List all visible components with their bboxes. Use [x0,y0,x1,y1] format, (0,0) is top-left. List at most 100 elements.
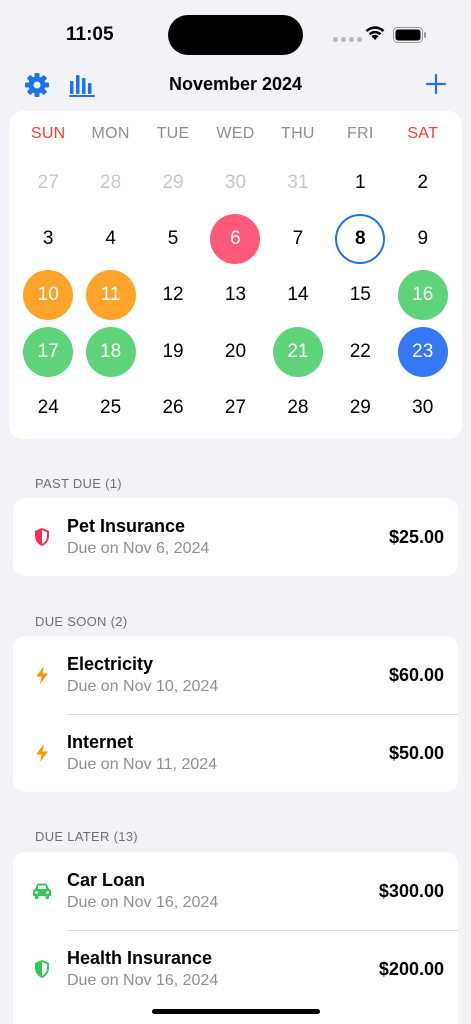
calendar-day-number: 11 [85,270,136,321]
calendar-day-number: 15 [349,284,371,306]
calendar-day-number: 14 [287,284,309,306]
car-icon [33,883,51,899]
shield-icon [35,960,49,978]
bill-row-electricity[interactable]: Electricity Due on Nov 10, 2024 $60.00 [13,636,458,714]
calendar-day[interactable]: 20 [204,324,266,380]
bill-name: Internet [67,732,134,752]
calendar-day[interactable]: 6 [204,211,266,267]
calendar-day-number: 16 [397,270,448,321]
calendar-day[interactable]: 29 [329,380,391,436]
calendar-day-number: 28 [287,396,309,418]
calendar-day-number: 3 [42,228,54,250]
calendar-day[interactable]: 19 [142,324,204,380]
bill-row-health-insurance[interactable]: Health Insurance Due on Nov 16, 2024 $20… [13,930,458,1008]
bill-row-internet[interactable]: Internet Due on Nov 11, 2024 $50.00 [13,714,458,792]
calendar-day-number: 31 [287,172,309,194]
calendar-day[interactable]: 22 [329,324,391,380]
calendar-day-number: 22 [349,340,371,362]
calendar-day[interactable]: 1 [329,155,391,211]
due-soon-header: DUE SOON (2) [35,614,128,629]
calendar-day-number: 7 [292,228,304,250]
calendar-day[interactable]: 12 [142,267,204,323]
bill-amount: $60.00 [388,665,444,685]
calendar-day-outside-month[interactable]: 30 [204,155,266,211]
month-title: November 2024 [168,74,303,94]
calendar-day-number: 19 [162,340,184,362]
calendar-day[interactable]: 27 [204,380,266,436]
calendar-day-number: 4 [105,228,116,250]
calendar-day[interactable]: 13 [204,267,266,323]
weekday-label: TUE [156,125,190,142]
calendar-day-outside-month[interactable]: 27 [17,155,79,211]
weekday-label: FRI [346,125,374,142]
weekday-label: SAT [407,125,439,142]
bill-name: Pet Insurance [67,516,186,536]
calendar-day-number: 28 [100,172,122,194]
calendar-day[interactable]: 23 [392,324,454,380]
past-due-header: PAST DUE (1) [35,476,122,491]
calendar-day-number: 21 [272,326,323,377]
calendar-day[interactable]: 28 [267,380,329,436]
calendar-day[interactable]: 11 [79,267,141,323]
calendar-day[interactable]: 9 [392,211,454,267]
weekday-label: THU [281,125,315,142]
calendar-day[interactable]: 7 [267,211,329,267]
calendar-day[interactable]: 15 [329,267,391,323]
calendar-day-number: 27 [224,396,247,418]
status-bar: 11:05 [0,0,471,60]
calendar-day-number: 2 [417,172,429,194]
calendar-day-outside-month[interactable]: 29 [142,155,204,211]
calendar-day[interactable]: 10 [17,267,79,323]
bill-amount: $50.00 [388,743,444,763]
calendar-day[interactable]: 3 [17,211,79,267]
due-soon-list: Electricity Due on Nov 10, 2024 $60.00 I… [13,636,458,792]
calendar-day-number: 25 [100,396,122,418]
calendar-day-number: 8 [335,214,386,265]
calendar-day[interactable]: 25 [79,380,141,436]
battery-icon [393,27,426,43]
bill-row-pet-insurance[interactable]: Pet Insurance Due on Nov 6, 2024 $25.00 [13,498,458,576]
cellular-signal-icon [333,37,362,42]
calendar-day[interactable]: 8 [329,211,391,267]
bill-name: Car Loan [67,870,146,890]
calendar-day-number: 30 [224,172,247,194]
calendar-day-number: 6 [210,214,261,265]
calendar-day[interactable]: 24 [17,380,79,436]
calendar-day-number: 5 [167,228,179,250]
past-due-list: Pet Insurance Due on Nov 6, 2024 $25.00 [13,498,458,576]
bill-amount: $200.00 [378,959,444,979]
calendar-day[interactable]: 21 [267,324,329,380]
calendar-grid: 27 28 29 30 31 1 2 3 4 5 6 7 8 9 10 11 12 13 14 15 16 17 18 19 2… [17,155,454,436]
calendar-day-number: 29 [162,172,184,194]
calendar-day-number: 30 [412,396,434,418]
bill-due-date: Due on Nov 16, 2024 [67,972,219,989]
calendar-day[interactable]: 14 [267,267,329,323]
calendar-day-number: 20 [224,340,247,362]
bill-row-car-loan[interactable]: Car Loan Due on Nov 16, 2024 $300.00 [13,852,458,930]
calendar-day-number: 27 [37,172,59,194]
calendar-day[interactable]: 17 [17,324,79,380]
calendar-day[interactable]: 5 [142,211,204,267]
calendar-day[interactable]: 26 [142,380,204,436]
home-indicator [152,1009,320,1014]
calendar-day[interactable]: 18 [79,324,141,380]
calendar-day[interactable]: 16 [392,267,454,323]
calendar-day[interactable]: 2 [392,155,454,211]
weekday-label: WED [216,125,255,142]
calendar-day[interactable]: 30 [392,380,454,436]
weekday-header: SUN MON TUE WED THU FRI SAT [17,125,454,143]
calendar-day[interactable]: 4 [79,211,141,267]
calendar-day-number: 23 [397,326,448,377]
bill-due-date: Due on Nov 6, 2024 [67,540,210,557]
calendar-day-outside-month[interactable]: 28 [79,155,141,211]
calendar-day-number: 13 [224,284,247,306]
bill-name: Electricity [67,654,154,674]
due-later-header: DUE LATER (13) [35,829,138,844]
bolt-icon [36,666,48,684]
calendar-day-outside-month[interactable]: 31 [267,155,329,211]
add-bill-button[interactable] [424,72,448,96]
calendar-card: SUN MON TUE WED THU FRI SAT 27 28 29 30 31 1 2… [9,111,462,439]
calendar-day-number: 12 [162,284,184,306]
calendar-day-number: 18 [85,326,136,377]
wifi-icon [365,26,385,40]
